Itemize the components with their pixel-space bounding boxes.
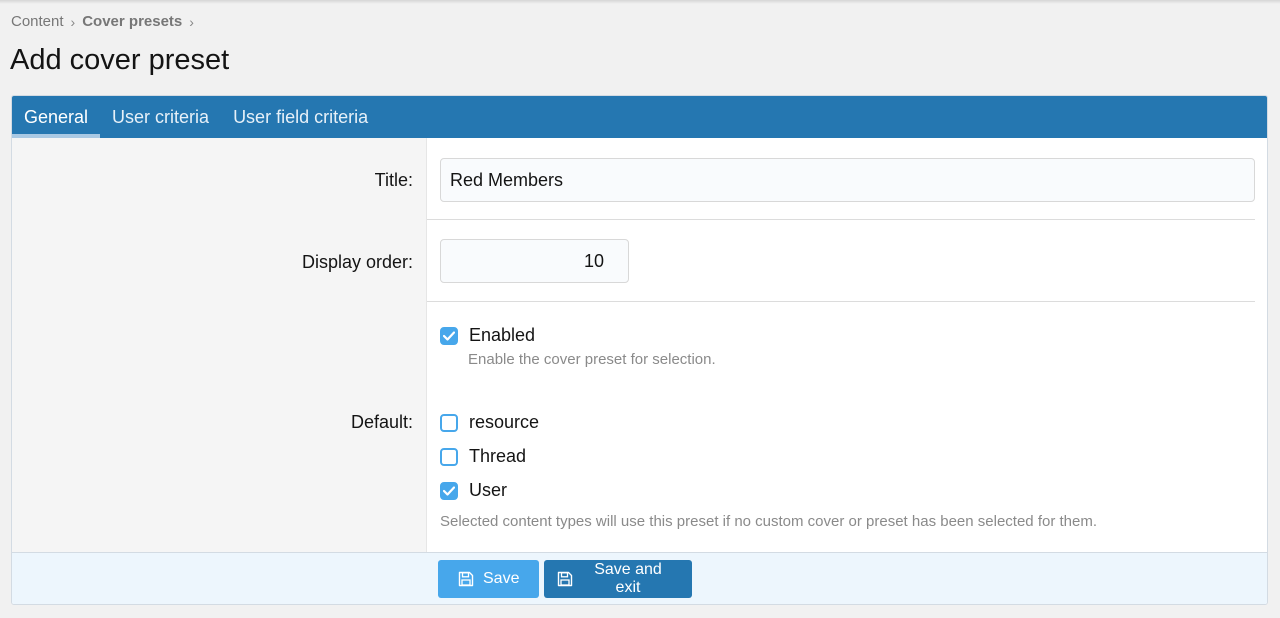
default-thread-label: Thread xyxy=(469,446,527,466)
row-divider xyxy=(427,301,1255,302)
save-button-label: Save xyxy=(483,570,520,587)
breadcrumb-content[interactable]: Content xyxy=(11,13,64,30)
tab-general[interactable]: General xyxy=(12,96,101,138)
top-shadow xyxy=(0,0,1280,4)
floppy-disk-icon xyxy=(458,571,474,587)
enabled-checkbox[interactable] xyxy=(440,326,458,345)
form-label-column xyxy=(12,138,427,552)
default-resource-label: resource xyxy=(469,412,540,432)
tab-user-criteria[interactable]: User criteria xyxy=(100,96,221,138)
default-checkbox-resource-row[interactable]: resource xyxy=(440,412,539,433)
default-user-label: User xyxy=(469,480,508,500)
breadcrumb: Content › Cover presets › xyxy=(11,13,201,30)
enabled-hint: Enable the cover preset for selection. xyxy=(468,351,716,368)
display-order-input[interactable] xyxy=(440,239,629,283)
default-checkbox-user[interactable] xyxy=(440,481,458,500)
chevron-right-icon: › xyxy=(70,13,76,30)
default-hint: Selected content types will use this pre… xyxy=(440,513,1098,530)
default-checkbox-user-row[interactable]: User xyxy=(440,480,507,501)
tab-bar: General User criteria User field criteri… xyxy=(12,96,1267,138)
enabled-checkbox-row[interactable]: Enabled xyxy=(440,325,535,346)
tab-user-field-criteria[interactable]: User field criteria xyxy=(221,96,380,138)
check-icon xyxy=(443,330,455,341)
save-button[interactable]: Save xyxy=(438,560,539,598)
floppy-disk-icon xyxy=(557,571,573,587)
display-order-label: Display order: xyxy=(301,252,413,272)
page-title: Add cover preset xyxy=(10,44,230,76)
title-input[interactable] xyxy=(440,158,1255,202)
check-icon xyxy=(443,485,455,496)
row-divider xyxy=(427,219,1255,220)
form-footer: Save Save and exit xyxy=(12,552,1267,604)
default-checkbox-thread[interactable] xyxy=(440,447,458,466)
default-checkbox-thread-row[interactable]: Thread xyxy=(440,446,526,467)
save-and-exit-button-label: Save and exit xyxy=(594,561,662,596)
chevron-right-icon: › xyxy=(189,13,194,30)
enabled-label: Enabled xyxy=(469,325,536,345)
default-checkbox-resource[interactable] xyxy=(440,413,458,432)
form-panel: General User criteria User field criteri… xyxy=(11,95,1268,605)
default-label: Default: xyxy=(350,412,413,432)
title-label: Title: xyxy=(374,170,413,190)
save-and-exit-button[interactable]: Save and exit xyxy=(544,560,692,598)
breadcrumb-cover-presets[interactable]: Cover presets xyxy=(82,13,182,30)
